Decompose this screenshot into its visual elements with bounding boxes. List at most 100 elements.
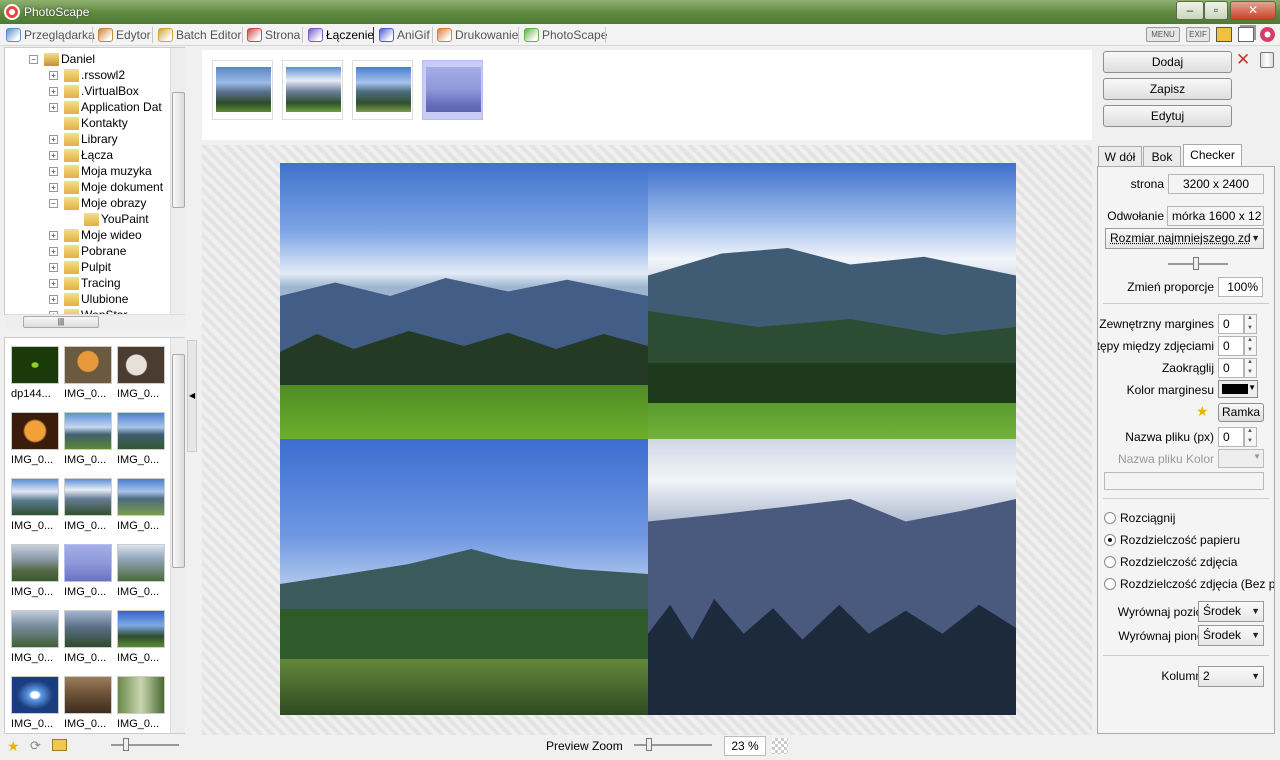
gap-spinner[interactable]: [1244, 336, 1257, 356]
tree-item[interactable]: + Pobrane: [49, 243, 126, 259]
tree-item[interactable]: + Moje dokument: [49, 179, 163, 195]
combined-image-canvas[interactable]: [280, 163, 1016, 715]
rotate-icon[interactable]: ⟳: [30, 738, 41, 754]
transparency-icon[interactable]: [772, 738, 788, 754]
selected-photo[interactable]: [212, 60, 273, 120]
vertical-align-dropdown[interactable]: Środek ▼: [1198, 625, 1264, 646]
file-thumbnail[interactable]: IMG_0...: [64, 610, 114, 670]
close-button[interactable]: ✕: [1230, 1, 1276, 20]
file-thumbnail[interactable]: IMG_0...: [117, 478, 167, 538]
file-thumbnail[interactable]: IMG_0...: [64, 346, 114, 406]
panel-splitter[interactable]: ◀: [187, 340, 197, 452]
clear-x-icon[interactable]: ✕: [1236, 50, 1250, 70]
file-thumbnail[interactable]: IMG_0...: [117, 676, 167, 733]
file-thumbnail[interactable]: IMG_0...: [11, 412, 61, 472]
columns-dropdown[interactable]: 2 ▼: [1198, 666, 1264, 687]
tree-item[interactable]: YouPaint: [69, 211, 149, 227]
favorite-star-icon[interactable]: ★: [7, 738, 20, 755]
preview-zoom-slider[interactable]: [634, 738, 712, 751]
photo-mountains-top-left[interactable]: [280, 163, 648, 439]
tree-item[interactable]: + Tracing: [49, 275, 121, 291]
gap-input[interactable]: 0: [1218, 336, 1244, 356]
file-thumbnail[interactable]: dp144...: [11, 346, 61, 406]
help-icon[interactable]: [1260, 27, 1275, 42]
maximize-button[interactable]: ▫: [1204, 1, 1228, 20]
reference-slider[interactable]: [1168, 257, 1228, 270]
open-folder-icon[interactable]: [52, 739, 67, 751]
photo-mountains-bottom-left[interactable]: [280, 439, 648, 715]
tab-drukowanie[interactable]: Drukowanie: [435, 26, 518, 44]
reference-mode-dropdown[interactable]: Rozmiar najmniejszego zd ▼: [1105, 228, 1264, 249]
tree-item[interactable]: + Library: [49, 131, 118, 147]
tree-horizontal-scrollbar[interactable]: |||: [5, 314, 185, 329]
round-spinner[interactable]: [1244, 358, 1257, 378]
tree-item[interactable]: + .rssowl2: [49, 67, 125, 83]
outer-margin-input[interactable]: 0: [1218, 314, 1244, 334]
tree-item[interactable]: + Moje wideo: [49, 227, 142, 243]
exif-button[interactable]: EXIF: [1186, 27, 1210, 42]
tab-batch-editor[interactable]: Batch Editor: [156, 26, 241, 44]
tree-item[interactable]: + Łącza: [49, 147, 113, 163]
filename-text-field[interactable]: [1104, 472, 1264, 490]
file-thumbnail[interactable]: IMG_0...: [11, 478, 61, 538]
tab-checker[interactable]: Checker: [1183, 144, 1242, 167]
selected-photo[interactable]: [352, 60, 413, 120]
tree-item-daniel[interactable]: − Daniel: [29, 51, 95, 67]
filename-size-spinner[interactable]: [1244, 427, 1257, 447]
radio-photo-resolution[interactable]: Rozdzielczość zdjęcia: [1104, 554, 1237, 570]
file-thumbnail[interactable]: IMG_0...: [11, 676, 61, 733]
aspect-input[interactable]: 100%: [1218, 277, 1263, 297]
tree-item[interactable]: − Moje obrazy: [49, 195, 146, 211]
tab-bok[interactable]: Bok: [1143, 146, 1181, 167]
filename-color-picker[interactable]: ▼: [1218, 449, 1264, 468]
tab-anigif[interactable]: AniGif: [377, 26, 430, 44]
camera-icon[interactable]: [1216, 27, 1232, 42]
radio-stretch[interactable]: Rozciągnij: [1104, 510, 1175, 526]
outer-margin-spinner[interactable]: [1244, 314, 1257, 334]
file-thumbnail[interactable]: IMG_0...: [117, 346, 167, 406]
add-button[interactable]: Dodaj: [1103, 51, 1232, 73]
file-thumbnail[interactable]: IMG_0...: [64, 544, 114, 604]
radio-photo-resolution-no-scale[interactable]: Rozdzielczość zdjęcia (Bez p: [1104, 576, 1274, 592]
menu-button[interactable]: MENU: [1146, 27, 1180, 42]
file-thumbnail[interactable]: IMG_0...: [117, 544, 167, 604]
edit-button[interactable]: Edytuj: [1103, 105, 1232, 127]
tab-strona[interactable]: Strona: [245, 26, 300, 44]
files-vertical-scrollbar[interactable]: [170, 338, 185, 733]
file-thumbnail[interactable]: IMG_0...: [11, 610, 61, 670]
tree-item[interactable]: + Application Dat: [49, 99, 162, 115]
horizontal-align-dropdown[interactable]: Środek ▼: [1198, 601, 1264, 622]
radio-paper-resolution[interactable]: Rozdzielczość papieru: [1104, 532, 1240, 548]
frame-star-icon[interactable]: ★: [1196, 403, 1209, 420]
tab-laczenie[interactable]: Łączenie: [306, 26, 374, 44]
copy-window-icon[interactable]: [1238, 27, 1254, 42]
filename-size-input[interactable]: 0: [1218, 427, 1244, 447]
file-thumbnail[interactable]: IMG_0...: [11, 544, 61, 604]
selected-photo[interactable]: [422, 60, 483, 120]
tab-przegladarka[interactable]: Przeglądarka: [4, 26, 95, 44]
tree-item[interactable]: + Moja muzyka: [49, 163, 152, 179]
margin-color-picker[interactable]: ▼: [1218, 380, 1258, 398]
tab-edytor[interactable]: Edytor: [96, 26, 151, 44]
trash-icon[interactable]: [1260, 52, 1274, 68]
photo-mountains-bottom-right[interactable]: [648, 439, 1016, 715]
photo-mountains-top-right[interactable]: [648, 163, 1016, 439]
file-thumbnail[interactable]: IMG_0...: [64, 676, 114, 733]
frame-button[interactable]: Ramka: [1218, 403, 1264, 422]
save-button[interactable]: Zapisz: [1103, 78, 1232, 100]
tree-item[interactable]: + Pulpit: [49, 259, 111, 275]
minimize-button[interactable]: ‒: [1176, 1, 1204, 20]
file-thumbnail[interactable]: IMG_0...: [117, 610, 167, 670]
tree-vertical-scrollbar[interactable]: [170, 48, 185, 314]
tree-item[interactable]: + Ulubione: [49, 291, 128, 307]
tab-w-dol[interactable]: W dół: [1098, 146, 1142, 167]
tab-photoscape[interactable]: PhotoScape: [522, 26, 607, 44]
tree-item[interactable]: Kontakty: [49, 115, 128, 131]
tree-item[interactable]: + .VirtualBox: [49, 83, 139, 99]
round-input[interactable]: 0: [1218, 358, 1244, 378]
thumbnail-size-slider[interactable]: [111, 738, 179, 751]
file-thumbnail[interactable]: IMG_0...: [117, 412, 167, 472]
file-thumbnail[interactable]: IMG_0...: [64, 478, 114, 538]
selected-photo[interactable]: [282, 60, 343, 120]
file-thumbnail[interactable]: IMG_0...: [64, 412, 114, 472]
